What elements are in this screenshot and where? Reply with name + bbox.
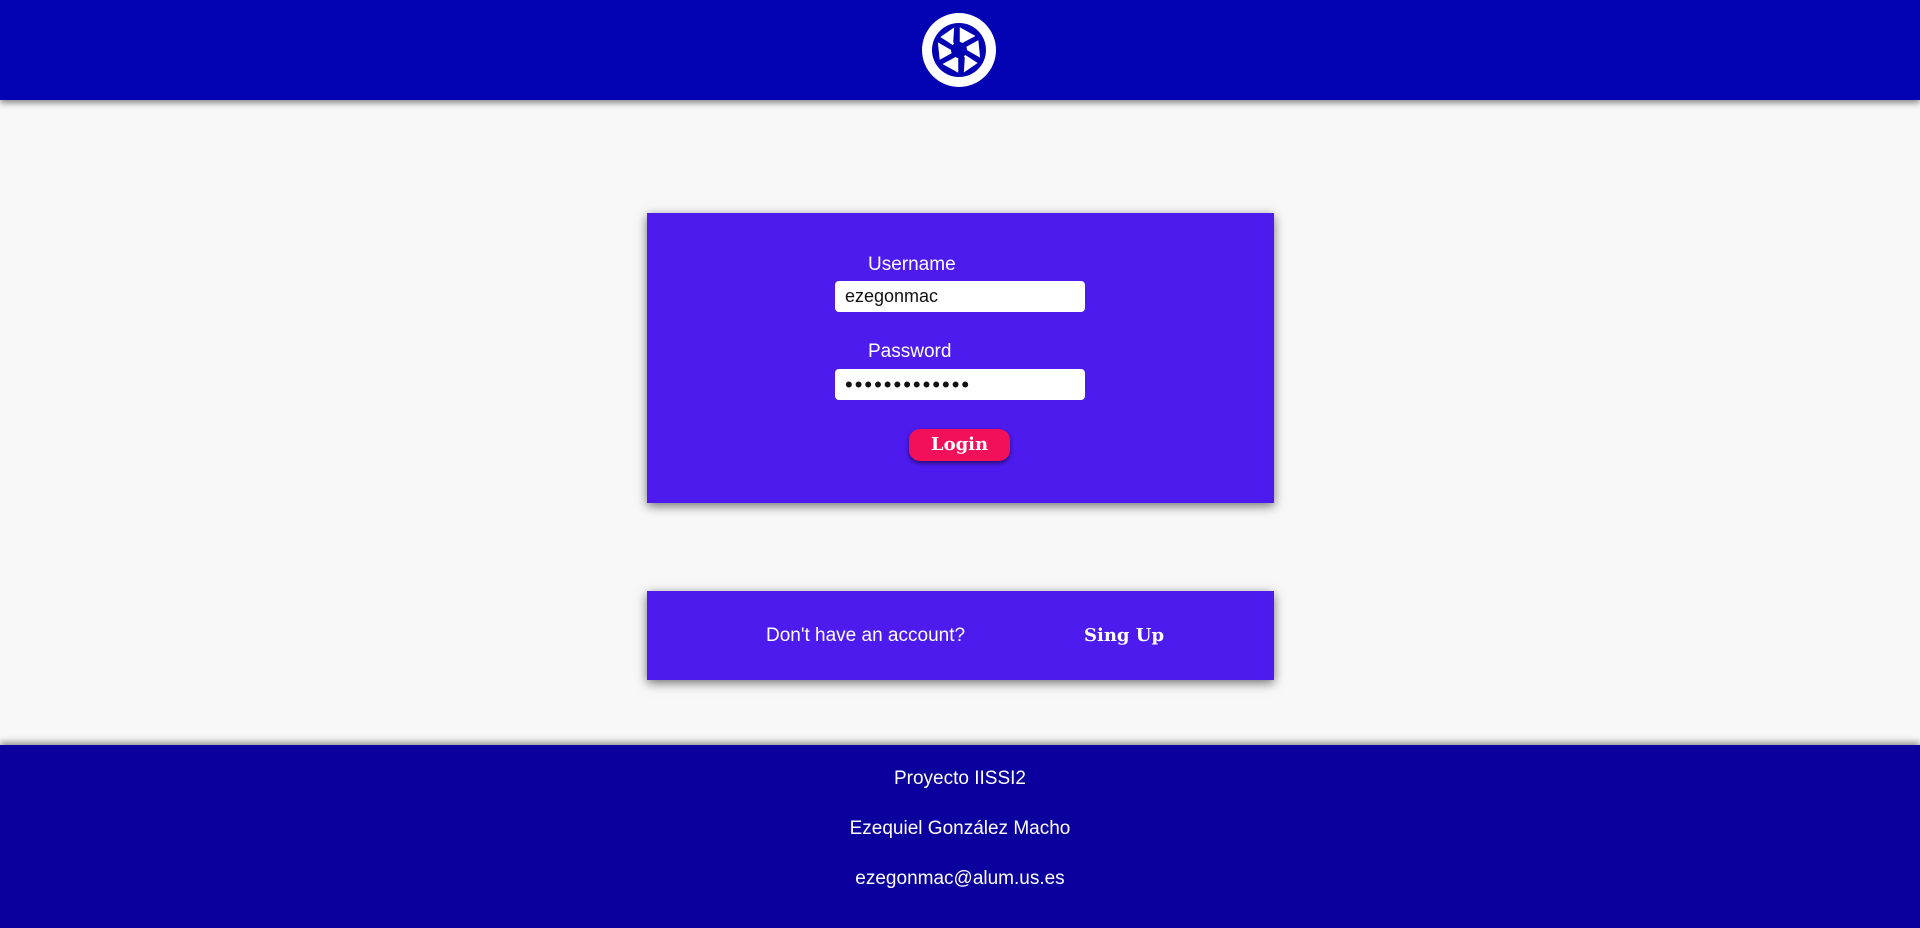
password-input[interactable]: ••••••••••••• bbox=[835, 369, 1085, 400]
footer-author: Ezequiel González Macho bbox=[849, 818, 1071, 839]
top-bar bbox=[0, 0, 1920, 100]
password-label: Password bbox=[868, 341, 952, 362]
signup-link[interactable]: Sing Up bbox=[1084, 625, 1164, 646]
footer-project: Proyecto IISSI2 bbox=[893, 768, 1026, 789]
signup-prompt: Don't have an account? bbox=[766, 625, 966, 646]
username-input[interactable]: ezegonmac bbox=[835, 281, 1085, 312]
footer-email: ezegonmac@alum.us.es bbox=[855, 868, 1065, 889]
username-label: Username bbox=[868, 254, 956, 275]
login-form: Username ezegonmac Password ••••••••••••… bbox=[647, 213, 1274, 503]
footer: Proyecto IISSI2 Ezequiel González Macho … bbox=[0, 745, 1920, 928]
camera-shutter-icon[interactable] bbox=[922, 13, 996, 87]
login-button[interactable]: Login bbox=[909, 429, 1010, 461]
signup-panel: Don't have an account? Sing Up bbox=[647, 591, 1274, 680]
